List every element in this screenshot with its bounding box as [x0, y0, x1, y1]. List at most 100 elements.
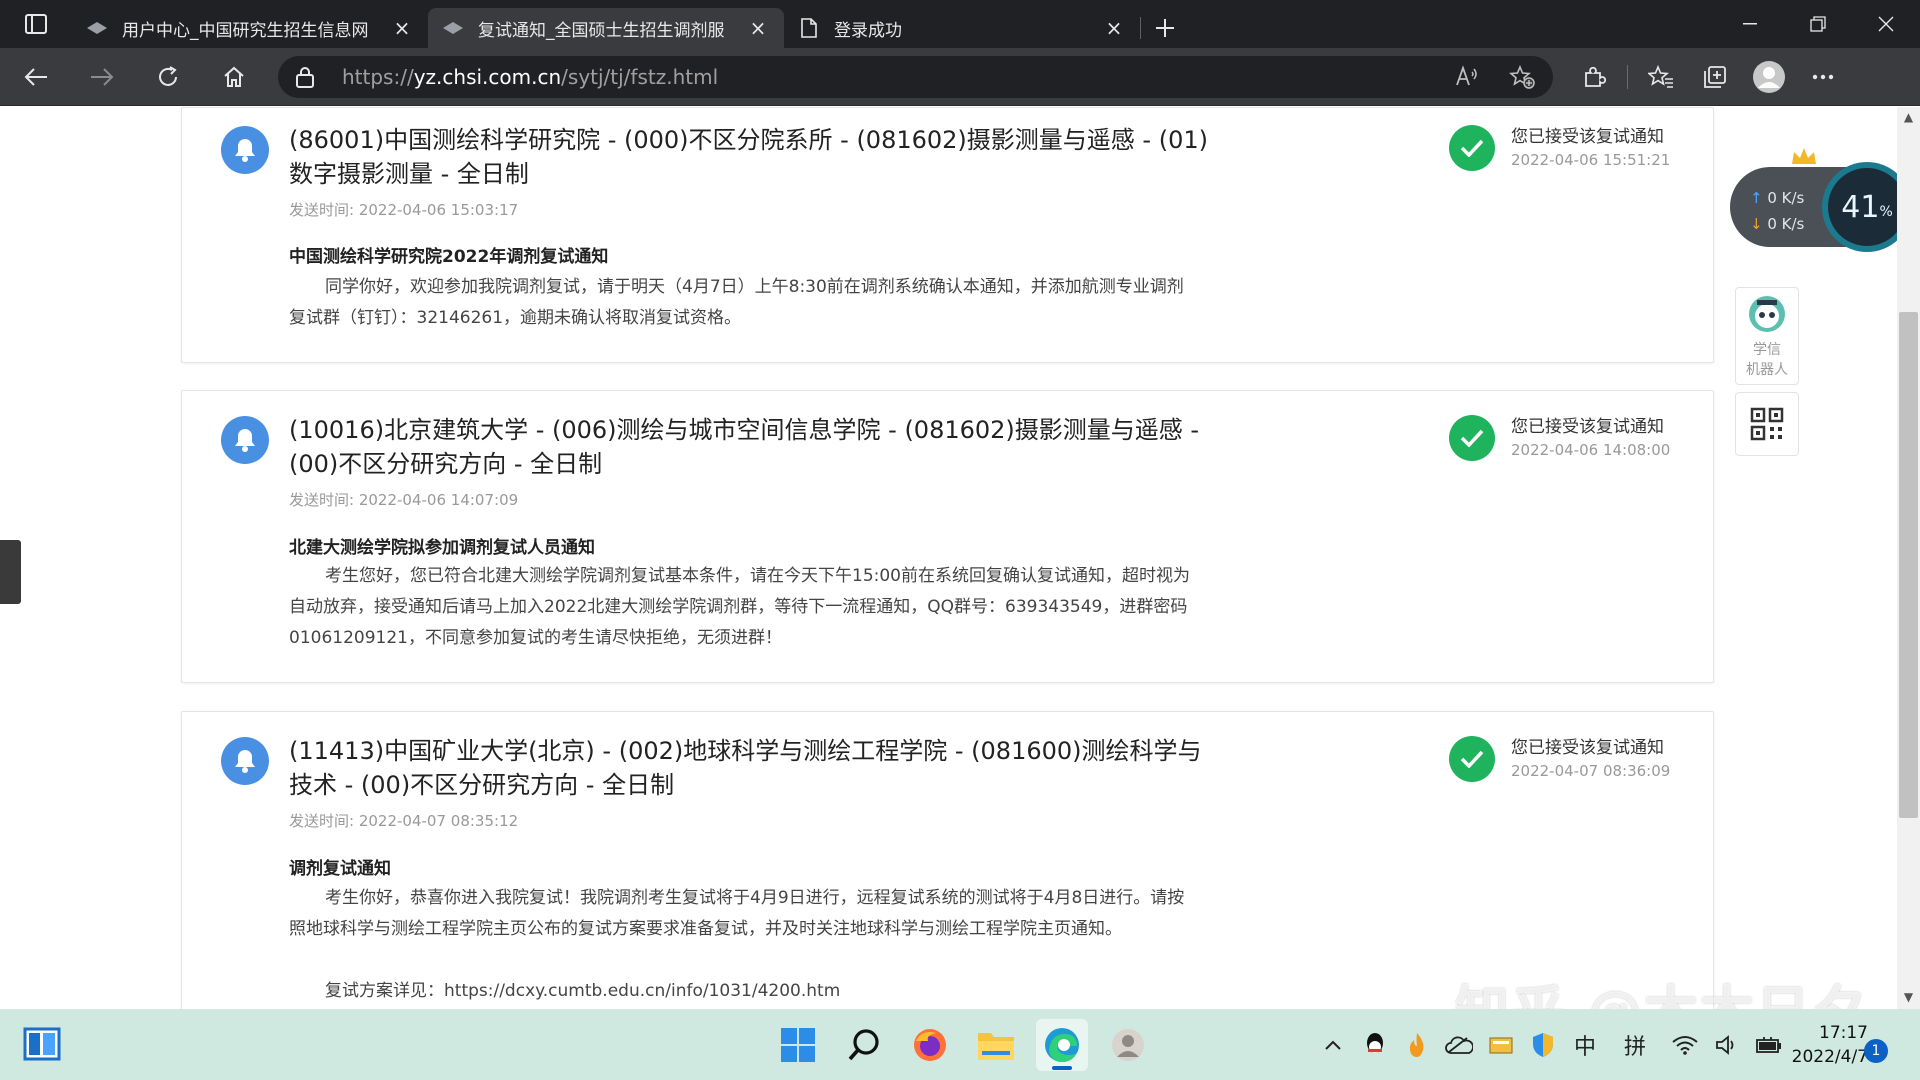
tab-title: 复试通知_全国硕士生招生调剂服: [478, 20, 725, 41]
minimize-button[interactable]: [1716, 0, 1784, 48]
lock-icon[interactable]: [296, 65, 316, 89]
ime-language[interactable]: 中: [1570, 1030, 1600, 1060]
home-icon: [224, 66, 244, 87]
arrow-down-icon: ↓: [1750, 215, 1763, 233]
accepted-status: 您已接受该复试通知 2022-04-06 14:08:00: [1449, 415, 1670, 461]
restore-icon: [1810, 16, 1826, 32]
edge-app[interactable]: [1036, 1019, 1088, 1071]
chsi-favicon-icon: [442, 17, 464, 39]
tab-retest-notice[interactable]: 复试通知_全国硕士生招生调剂服 ×: [428, 8, 784, 48]
search-button[interactable]: [838, 1019, 890, 1071]
tab-actions-button[interactable]: [0, 0, 72, 48]
close-icon: [1878, 16, 1894, 32]
flame-app-icon[interactable]: [1402, 1030, 1432, 1060]
notice-title[interactable]: (86001)中国测绘科学研究院 - (000)不区分院系所 - (081602…: [289, 123, 1209, 191]
chevron-up-icon[interactable]: [1318, 1030, 1348, 1060]
tab-user-center[interactable]: 用户中心_中国研究生招生信息网 ×: [72, 8, 428, 48]
file-explorer-app[interactable]: [970, 1019, 1022, 1071]
firefox-app[interactable]: [904, 1019, 956, 1071]
puzzle-icon: [1585, 66, 1606, 87]
close-tab-icon[interactable]: ×: [1102, 16, 1126, 40]
active-app-indicator: [1052, 1066, 1072, 1070]
favorite-add-icon[interactable]: [1509, 64, 1535, 89]
notice-title[interactable]: (10016)北京建筑大学 - (006)测绘与城市空间信息学院 - (0816…: [289, 413, 1209, 481]
forward-button[interactable]: [72, 55, 132, 99]
pinned-app[interactable]: [1102, 1019, 1154, 1071]
back-button[interactable]: [6, 55, 66, 99]
avatar-icon: [1753, 60, 1785, 93]
ime-mode[interactable]: 拼: [1620, 1030, 1650, 1060]
arrow-up-icon: ↑: [1750, 189, 1763, 207]
notice-subject: 调剂复试通知: [289, 859, 391, 879]
wifi-icon[interactable]: [1670, 1030, 1700, 1060]
xuexin-robot-button[interactable]: 学信 机器人: [1735, 287, 1799, 385]
page-content: (86001)中国测绘科学研究院 - (000)不区分院系所 - (081602…: [0, 107, 1920, 1009]
toolbar-separator: [1627, 64, 1628, 89]
url-prefix: https://: [342, 64, 414, 89]
volume-icon[interactable]: [1712, 1030, 1742, 1060]
scroll-down-icon[interactable]: ▼: [1899, 990, 1918, 1008]
close-window-button[interactable]: [1852, 0, 1920, 48]
qr-code-button[interactable]: [1735, 392, 1799, 456]
percent-sign: %: [1879, 204, 1893, 220]
favorites-button[interactable]: [1634, 55, 1688, 99]
robot-label-1: 学信: [1753, 342, 1781, 358]
accepted-text: 您已接受该复试通知: [1511, 738, 1664, 758]
close-tab-icon[interactable]: ×: [390, 16, 414, 40]
profile-button[interactable]: [1742, 55, 1796, 99]
widgets-icon: [23, 1027, 61, 1061]
qq-icon[interactable]: [1360, 1030, 1390, 1060]
widgets-button[interactable]: [22, 1024, 62, 1064]
more-dots-icon: [1812, 74, 1834, 79]
collections-button[interactable]: [1688, 55, 1742, 99]
accepted-time: 2022-04-07 08:36:09: [1511, 762, 1671, 780]
scrollbar-thumb[interactable]: [1899, 312, 1918, 818]
sent-label: 发送时间:: [289, 812, 355, 830]
taskbar-clock[interactable]: 17:17 2022/4/7: [1770, 1021, 1868, 1069]
collections-icon: [1704, 65, 1726, 88]
tab-title: 用户中心_中国研究生招生信息网: [122, 20, 369, 41]
notice-body: 考生你好，恭喜你进入我院复试！我院调剂考生复试将于4月9日进行，远程复试系统的测…: [289, 888, 1185, 939]
scroll-up-icon[interactable]: ▲: [1899, 110, 1918, 128]
restore-button[interactable]: [1784, 0, 1852, 48]
window-controls: [1716, 0, 1920, 48]
sent-label: 发送时间:: [289, 201, 355, 219]
accepted-status: 您已接受该复试通知 2022-04-06 15:51:21: [1449, 125, 1670, 171]
check-circle-icon: [1449, 736, 1495, 782]
notice-plan-link[interactable]: 复试方案详见：https://dcxy.cumtb.edu.cn/info/10…: [289, 976, 1197, 1007]
url-text: https://yz.chsi.com.cn/sytj/tj/fstz.html: [342, 65, 718, 89]
clock-time: 17:17: [1819, 1023, 1868, 1043]
new-tab-button[interactable]: [1141, 8, 1189, 48]
security-shield-icon[interactable]: [1528, 1030, 1558, 1060]
extensions-button[interactable]: [1567, 55, 1621, 99]
home-button[interactable]: [204, 55, 264, 99]
browser-tab-bar: 用户中心_中国研究生招生信息网 × 复试通知_全国硕士生招生调剂服 × 登录成功…: [0, 0, 1920, 48]
disk-icon[interactable]: [1486, 1030, 1516, 1060]
bell-icon: [221, 416, 269, 464]
address-bar[interactable]: https://yz.chsi.com.cn/sytj/tj/fstz.html: [278, 55, 1553, 98]
notification-badge[interactable]: 1: [1864, 1039, 1888, 1063]
speed-lines: ↑ 0 K/s ↓ 0 K/s: [1750, 185, 1804, 237]
onedrive-icon[interactable]: [1444, 1030, 1474, 1060]
system-tray: 中 拼: [1318, 1009, 1784, 1080]
tab-login-success[interactable]: 登录成功 ×: [784, 8, 1140, 48]
refresh-button[interactable]: [138, 55, 198, 99]
sent-value: 2022-04-06 14:07:09: [358, 491, 519, 509]
check-circle-icon: [1449, 415, 1495, 461]
read-aloud-icon[interactable]: [1455, 64, 1479, 87]
notice-body: 考生您好，您已符合北建大测绘学院调剂复试基本条件，请在今天下午15:00前在系统…: [289, 566, 1190, 648]
arrow-left-icon: [24, 67, 47, 86]
url-path: /sytj/tj/fstz.html: [561, 64, 719, 89]
close-tab-icon[interactable]: ×: [746, 16, 770, 40]
side-drawer-handle[interactable]: [0, 540, 21, 604]
notice-title[interactable]: (11413)中国矿业大学(北京) - (002)地球科学与测绘工程学院 - (…: [289, 734, 1209, 802]
firefox-icon: [914, 1029, 946, 1061]
plus-icon: [1156, 19, 1174, 37]
folder-icon: [978, 1033, 1014, 1060]
settings-more-button[interactable]: [1796, 55, 1850, 99]
download-value: 0 K/s: [1767, 215, 1805, 233]
sent-value: 2022-04-07 08:35:12: [358, 812, 519, 830]
arrow-right-icon: [91, 67, 114, 86]
notice-card: (11413)中国矿业大学(北京) - (002)地球科学与测绘工程学院 - (…: [181, 711, 1714, 1009]
start-button[interactable]: [772, 1019, 824, 1071]
